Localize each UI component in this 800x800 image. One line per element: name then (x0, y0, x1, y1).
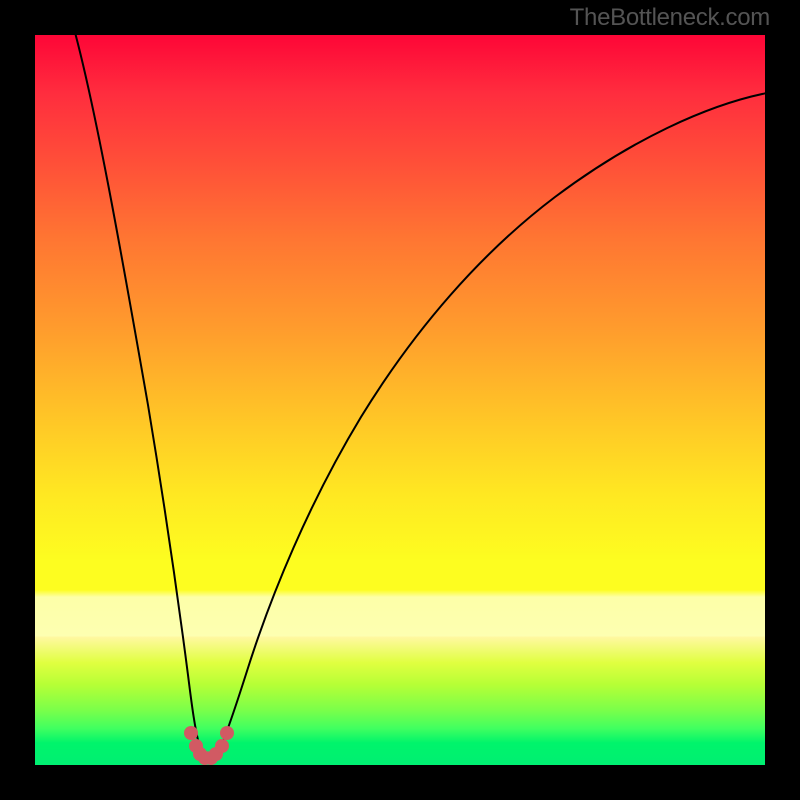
bottleneck-curve-svg (35, 35, 765, 765)
marker-group (184, 726, 234, 765)
curve-path (73, 35, 765, 760)
marker-dot (220, 726, 234, 740)
chart-plot-area (35, 35, 765, 765)
marker-dot (215, 739, 229, 753)
marker-dot (184, 726, 198, 740)
attribution-label: TheBottleneck.com (570, 4, 770, 32)
